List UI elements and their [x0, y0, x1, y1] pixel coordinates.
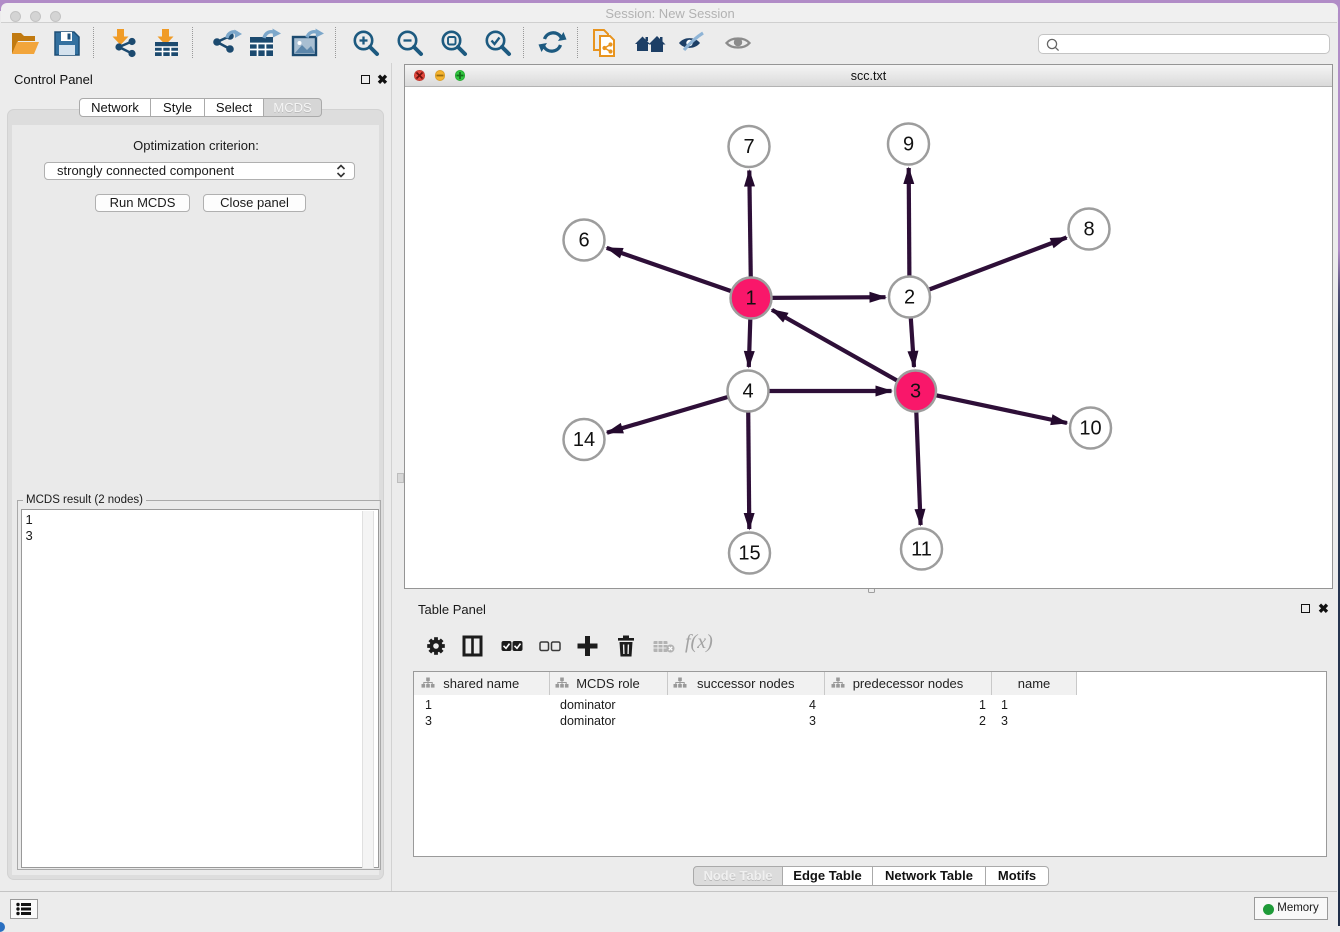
svg-text:4: 4 [742, 381, 753, 403]
svg-text:1: 1 [745, 288, 756, 310]
svg-text:11: 11 [911, 539, 932, 561]
svg-text:8: 8 [1083, 219, 1094, 241]
svg-text:7: 7 [743, 136, 754, 158]
svg-text:10: 10 [1079, 418, 1101, 440]
svg-text:9: 9 [903, 134, 914, 156]
svg-text:14: 14 [573, 429, 595, 451]
svg-text:6: 6 [578, 230, 589, 252]
svg-text:3: 3 [910, 381, 921, 403]
svg-text:15: 15 [738, 543, 760, 565]
svg-text:2: 2 [904, 287, 915, 309]
